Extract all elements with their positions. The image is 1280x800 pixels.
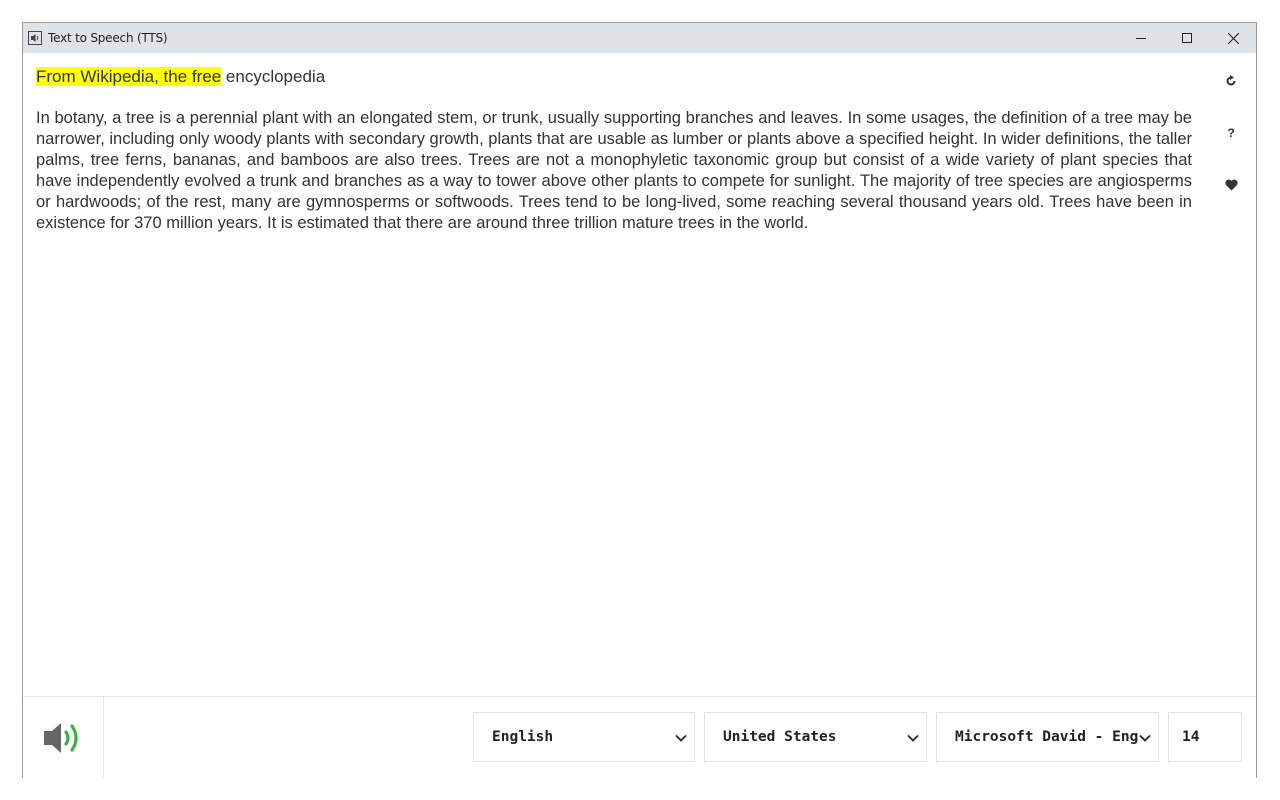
rate-input[interactable]: 14: [1168, 712, 1242, 762]
chevron-down-icon: [675, 734, 687, 742]
close-button[interactable]: [1210, 23, 1256, 53]
region-select[interactable]: United States: [704, 712, 927, 762]
document-paragraph: In botany, a tree is a perennial plant w…: [36, 109, 1192, 232]
app-window: Text to Speech (TTS) From Wikipedia, the…: [22, 22, 1257, 778]
minimize-button[interactable]: [1118, 23, 1164, 53]
chevron-down-icon: [1139, 734, 1151, 742]
text-editor[interactable]: From Wikipedia, the free encyclopedia In…: [36, 66, 1192, 234]
refresh-button[interactable]: [1219, 71, 1243, 91]
help-button[interactable]: ?: [1219, 123, 1243, 143]
voice-value: Microsoft David - English (United States…: [955, 729, 1139, 745]
voice-select[interactable]: Microsoft David - English (United States…: [936, 712, 1159, 762]
title-bar[interactable]: Text to Speech (TTS): [23, 23, 1256, 53]
language-value: English: [492, 729, 554, 745]
maximize-button[interactable]: [1164, 23, 1210, 53]
refresh-icon: [1226, 75, 1236, 86]
highlighted-text: From Wikipedia, the free: [36, 67, 222, 86]
window-title: Text to Speech (TTS): [48, 31, 168, 45]
maximize-icon: [1182, 33, 1192, 43]
heart-icon: [1224, 179, 1238, 191]
control-bar: English United States Microsoft David - …: [23, 696, 1256, 778]
minimize-icon: [1136, 38, 1146, 39]
close-icon: [1227, 32, 1239, 44]
language-select[interactable]: English: [473, 712, 695, 762]
heading-rest: encyclopedia: [221, 67, 326, 86]
chevron-down-icon: [907, 734, 919, 742]
speaker-icon: [44, 722, 78, 753]
favorite-button[interactable]: [1219, 175, 1243, 195]
document-heading: From Wikipedia, the free encyclopedia: [36, 66, 1192, 88]
region-value: United States: [723, 729, 837, 745]
speak-button[interactable]: [23, 697, 104, 778]
help-icon: ?: [1227, 126, 1235, 140]
app-icon: [28, 31, 42, 45]
